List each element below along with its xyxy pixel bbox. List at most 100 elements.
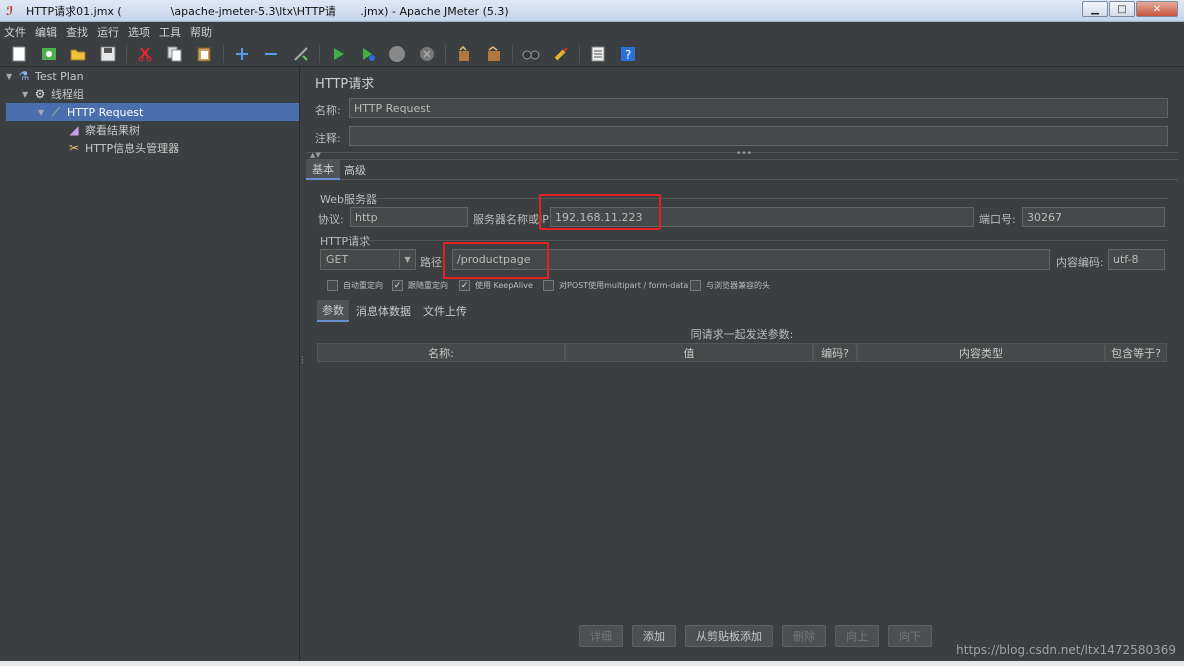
- name-label: 名称:: [315, 104, 341, 117]
- chevron-down-icon[interactable]: ▼: [399, 250, 415, 269]
- expand-icon[interactable]: [231, 43, 253, 65]
- clear-icon[interactable]: [453, 43, 475, 65]
- collapse-arrows-icon[interactable]: ▲▼: [310, 151, 321, 159]
- comment-field[interactable]: [349, 126, 1168, 146]
- web-server-group-title: Web服务器: [320, 193, 377, 206]
- close-button[interactable]: ✕: [1136, 1, 1178, 17]
- tab-body-data[interactable]: 消息体数据: [351, 300, 416, 322]
- toolbar-separator: [445, 44, 446, 63]
- menu-tools[interactable]: 工具: [159, 24, 181, 40]
- expanded-arrow-icon[interactable]: ▼: [22, 90, 32, 99]
- maximize-button[interactable]: □: [1109, 1, 1135, 17]
- shutdown-icon[interactable]: [416, 43, 438, 65]
- protocol-label: 协议:: [318, 213, 344, 226]
- add-from-clipboard-button[interactable]: 从剪贴板添加: [685, 625, 773, 647]
- tab-parameters[interactable]: 参数: [317, 300, 349, 322]
- pipette-icon: ⟋: [51, 104, 61, 119]
- templates-icon[interactable]: [38, 43, 60, 65]
- tree-item-header-manager[interactable]: ✂ HTTP信息头管理器: [66, 139, 296, 157]
- menu-edit[interactable]: 编辑: [35, 24, 57, 40]
- expanded-arrow-icon[interactable]: ▼: [38, 108, 48, 117]
- tree-item-thread-group[interactable]: ▼ ⚙ 线程组: [22, 85, 296, 103]
- tree-item-label: 察看结果树: [85, 124, 140, 137]
- search-icon[interactable]: [520, 43, 542, 65]
- gear-icon: ⚙: [34, 87, 46, 101]
- menu-help[interactable]: 帮助: [190, 24, 212, 40]
- paste-icon[interactable]: [193, 43, 215, 65]
- column-header-content-type[interactable]: 内容类型: [857, 343, 1105, 362]
- checkbox-multipart[interactable]: 对POST使用multipart / form-data: [543, 280, 688, 291]
- toggle-icon[interactable]: [290, 43, 312, 65]
- start-no-pause-icon[interactable]: [357, 43, 379, 65]
- detail-button[interactable]: 详细: [579, 625, 623, 647]
- save-icon[interactable]: [97, 43, 119, 65]
- tree-item-test-plan[interactable]: ▼ ⚗ Test Plan: [6, 67, 296, 85]
- port-field[interactable]: 30267: [1022, 207, 1165, 227]
- tree-item-http-request[interactable]: ▼ ⟋ HTTP Request: [6, 103, 299, 121]
- jmeter-app-icon: ℐ: [6, 3, 14, 18]
- toolbar-separator: [579, 44, 580, 63]
- collapse-icon[interactable]: [260, 43, 282, 65]
- window-title: HTTP请求01.jmx ( \apache-jmeter-5.3\ltx\HT…: [26, 4, 509, 18]
- down-button[interactable]: 向下: [888, 625, 932, 647]
- check-icon[interactable]: ✓: [459, 280, 470, 291]
- method-value: GET: [326, 253, 349, 266]
- column-header-include-equals[interactable]: 包含等于?: [1105, 343, 1167, 362]
- tree-item-view-results-tree[interactable]: ◢ 察看结果树: [66, 121, 296, 139]
- add-button[interactable]: 添加: [632, 625, 676, 647]
- minimize-button[interactable]: ▁: [1082, 1, 1108, 17]
- tab-basic[interactable]: 基本: [306, 160, 340, 180]
- encoding-label: 内容编码:: [1056, 256, 1104, 269]
- svg-text:?: ?: [625, 48, 631, 62]
- tab-advanced[interactable]: 高级: [338, 160, 372, 180]
- checkbox-browser-headers[interactable]: 与浏览器兼容的头: [690, 280, 770, 291]
- checkbox-box[interactable]: [543, 280, 554, 291]
- toolbar-separator: [512, 44, 513, 63]
- up-button[interactable]: 向上: [835, 625, 879, 647]
- column-header-value[interactable]: 值: [565, 343, 813, 362]
- group-divider: [370, 198, 1168, 199]
- start-icon[interactable]: [327, 43, 349, 65]
- reset-search-icon[interactable]: [550, 43, 572, 65]
- column-header-name[interactable]: 名称:: [317, 343, 565, 362]
- tree-item-label: 线程组: [51, 88, 84, 101]
- column-header-encode[interactable]: 编码?: [813, 343, 857, 362]
- watermark: https://blog.csdn.net/ltx1472580369: [956, 643, 1176, 657]
- name-field[interactable]: HTTP Request: [349, 98, 1168, 118]
- copy-icon[interactable]: [164, 43, 186, 65]
- params-button-row: 详细 添加 从剪贴板添加 删除 向上 向下: [579, 625, 932, 647]
- method-select[interactable]: GET ▼: [320, 249, 416, 270]
- port-label: 端口号:: [979, 213, 1016, 226]
- expanded-arrow-icon[interactable]: ▼: [6, 72, 16, 81]
- check-icon[interactable]: ✓: [392, 280, 403, 291]
- menu-options[interactable]: 选项: [128, 24, 150, 40]
- checkbox-keepalive[interactable]: ✓ 使用 KeepAlive: [459, 280, 533, 291]
- path-label: 路径:: [420, 256, 446, 269]
- menu-file[interactable]: 文件: [4, 24, 26, 40]
- delete-button[interactable]: 删除: [782, 625, 826, 647]
- clear-all-icon[interactable]: [483, 43, 505, 65]
- splitter-grip-icon: · · ·: [301, 353, 304, 369]
- checkbox-box[interactable]: [690, 280, 701, 291]
- server-highlight-box: [539, 194, 661, 230]
- menu-bar: 文件 编辑 查找 运行 选项 工具 帮助: [0, 22, 1184, 41]
- stop-icon[interactable]: [386, 43, 408, 65]
- help-icon[interactable]: ?: [617, 43, 639, 65]
- tab-file-upload[interactable]: 文件上传: [418, 300, 472, 322]
- comment-label: 注释:: [315, 132, 341, 145]
- checkbox-box[interactable]: [327, 280, 338, 291]
- group-divider: [364, 240, 1168, 241]
- section-divider[interactable]: ▲▼ •••: [306, 149, 1178, 160]
- protocol-field[interactable]: http: [350, 207, 468, 227]
- new-icon[interactable]: [8, 43, 30, 65]
- checkbox-label: 对POST使用multipart / form-data: [559, 281, 689, 290]
- menu-search[interactable]: 查找: [66, 24, 88, 40]
- menu-run[interactable]: 运行: [97, 24, 119, 40]
- function-helper-icon[interactable]: [587, 43, 609, 65]
- checkbox-label: 使用 KeepAlive: [475, 281, 533, 290]
- checkbox-follow-redirects[interactable]: ✓ 跟随重定向: [392, 280, 448, 291]
- cut-icon[interactable]: [134, 43, 156, 65]
- encoding-field[interactable]: utf-8: [1108, 249, 1165, 270]
- open-icon[interactable]: [67, 43, 89, 65]
- checkbox-auto-redirect[interactable]: 自动重定向: [327, 280, 383, 291]
